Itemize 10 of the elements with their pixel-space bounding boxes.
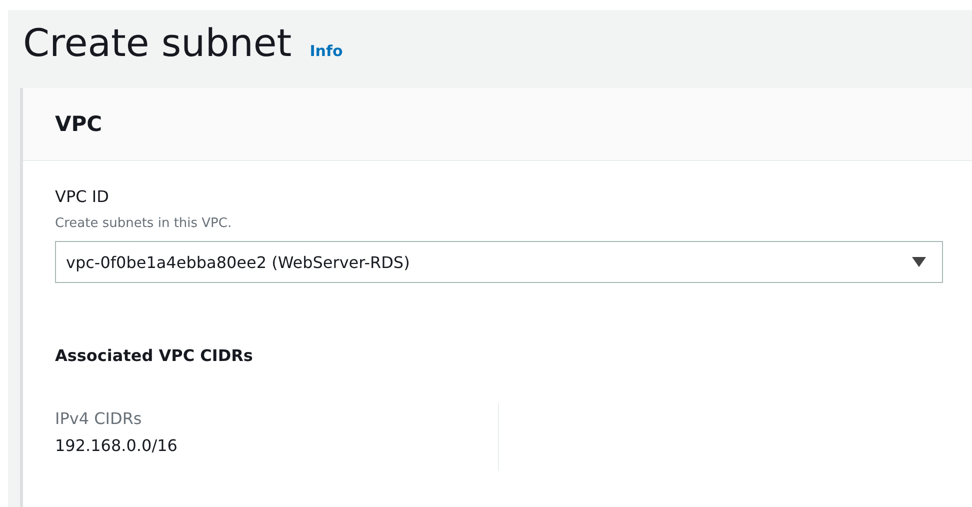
section-heading: Associated VPC CIDRs [55,346,254,365]
vpc-select[interactable]: vpc-0f0be1a4ebba80ee2 (WebServer-RDS) [55,241,943,283]
caret-icon [912,257,926,267]
cidr-value: 192.168.0.0/16 [55,436,178,455]
cidr-label: IPv4 CIDRs [55,409,143,428]
card-title: VPC [55,112,102,136]
page-title: Create subnet [23,24,292,62]
info-link[interactable]: Info [310,42,343,60]
field-description: Create subnets in this VPC. [55,216,233,231]
field-label: VPC ID [55,187,110,206]
